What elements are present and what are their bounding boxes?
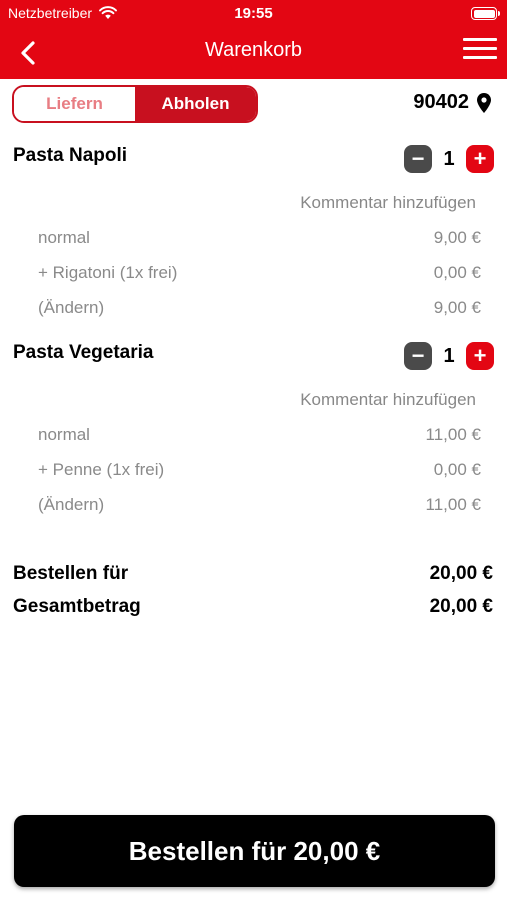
location-pin-icon	[477, 92, 491, 113]
delivery-option-abholen[interactable]: Abholen	[135, 87, 256, 121]
increase-quantity-button[interactable]: +	[466, 145, 494, 173]
cart-item-name: Pasta Napoli	[13, 145, 128, 166]
cart-item-name: Pasta Vegetaria	[13, 342, 154, 363]
total-row: Gesamtbetrag 20,00 €	[13, 596, 493, 618]
line-price: 11,00 €	[425, 425, 481, 444]
decrease-quantity-button[interactable]: −	[404, 342, 432, 370]
line-label: + Penne (1x frei)	[38, 460, 165, 479]
place-order-button[interactable]: Bestellen für 20,00 €	[14, 815, 495, 887]
status-time: 19:55	[234, 5, 273, 22]
line-label: + Rigatoni (1x frei)	[38, 263, 178, 282]
postcode-value: 90402	[413, 91, 469, 113]
nav-bar: Warenkorb	[0, 30, 507, 74]
total-label: Gesamtbetrag	[13, 596, 141, 617]
add-comment-link[interactable]: Kommentar hinzufügen	[300, 193, 476, 213]
order-for-label: Bestellen für	[13, 563, 129, 584]
change-options-link[interactable]: (Ändern)	[38, 298, 104, 318]
battery-icon	[471, 7, 500, 20]
line-label: normal	[38, 228, 90, 247]
status-bar: Netzbetreiber 19:55	[0, 0, 507, 28]
cart-item-line: (Ändern) 11,00 €	[38, 495, 481, 515]
order-for-value: 20,00 €	[429, 563, 493, 584]
quantity-stepper: − 1 +	[404, 145, 494, 173]
change-options-link[interactable]: (Ändern)	[38, 495, 104, 515]
cart-item-line: + Penne (1x frei) 0,00 €	[38, 460, 481, 480]
hamburger-menu-icon[interactable]	[463, 38, 497, 64]
cart-item-line: + Rigatoni (1x frei) 0,00 €	[38, 263, 481, 283]
order-for-row: Bestellen für 20,00 €	[13, 563, 493, 585]
line-price: 11,00 €	[425, 495, 481, 514]
add-comment-link[interactable]: Kommentar hinzufügen	[300, 390, 476, 410]
line-price: 0,00 €	[433, 263, 481, 282]
delivery-option-liefern[interactable]: Liefern	[14, 87, 135, 121]
cart-item-line: normal 9,00 €	[38, 228, 481, 248]
line-label: normal	[38, 425, 90, 444]
line-price: 0,00 €	[433, 460, 481, 479]
postcode-selector[interactable]: 90402	[413, 91, 491, 114]
line-price: 9,00 €	[433, 228, 481, 247]
quantity-value: 1	[443, 344, 455, 367]
cart-item-line: (Ändern) 9,00 €	[38, 298, 481, 318]
increase-quantity-button[interactable]: +	[466, 342, 494, 370]
decrease-quantity-button[interactable]: −	[404, 145, 432, 173]
quantity-value: 1	[443, 147, 455, 170]
cart-item-line: normal 11,00 €	[38, 425, 481, 445]
delivery-mode-toggle: Liefern Abholen	[12, 85, 258, 123]
page-title: Warenkorb	[204, 39, 303, 61]
line-price: 9,00 €	[433, 298, 481, 317]
app-header: Netzbetreiber 19:55 Warenkorb	[0, 0, 507, 79]
total-value: 20,00 €	[429, 596, 493, 617]
quantity-stepper: − 1 +	[404, 342, 494, 370]
